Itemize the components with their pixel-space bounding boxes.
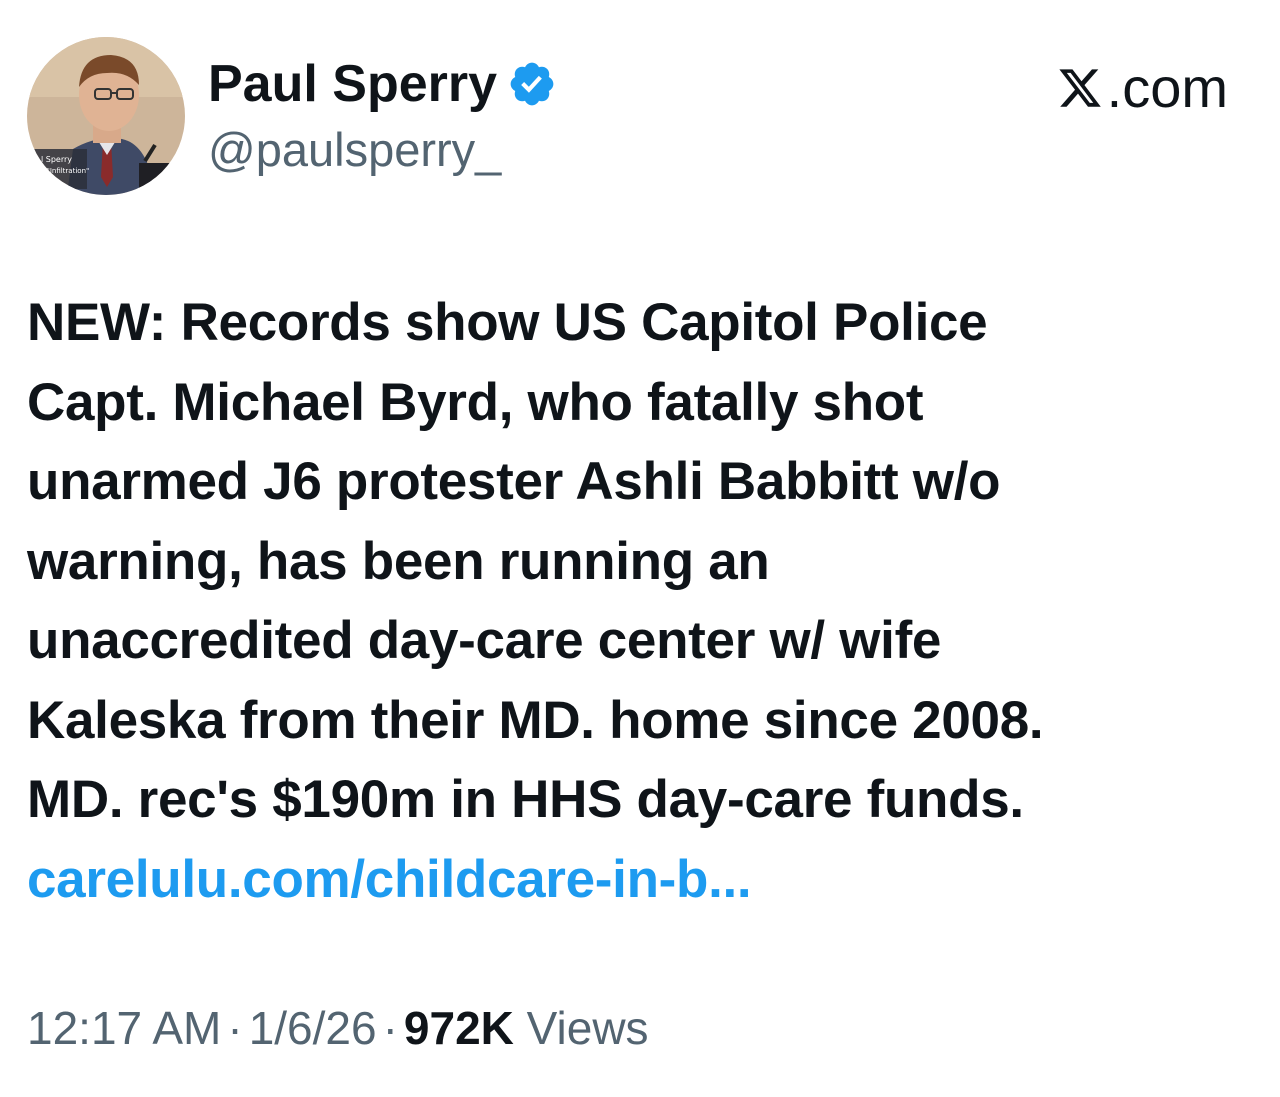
tweet-text: NEW: Records show US Capitol Police Capt… (27, 283, 1257, 919)
author-name-text: Paul Sperry (208, 55, 498, 113)
author-avatar[interactable]: l Sperry or, "Infiltration" (27, 37, 185, 195)
avatar-caption-line2: or, "Infiltration" (35, 167, 89, 175)
tweet-meta: 12:17 AM · 1/6/26 · 972K Views (27, 996, 649, 1060)
tweet-line: unaccredited day-care center w/ wife (27, 611, 942, 670)
meta-separator: · (382, 1002, 398, 1054)
site-domain-label: .com (1106, 56, 1228, 119)
views-count: 972K (403, 1002, 514, 1054)
avatar-caption-line1: l Sperry (41, 155, 72, 164)
tweet-line: MD. rec's $190m in HHS day-care funds. (27, 770, 1024, 829)
site-logo[interactable]: .com (1057, 56, 1228, 120)
verified-badge-icon (510, 62, 554, 106)
tweet-line: Kaleska from their MD. home since 2008. (27, 690, 1044, 750)
author-handle[interactable]: @paulsperry_ (208, 122, 501, 178)
tweet-line: NEW: Records show US Capitol Police (27, 293, 988, 352)
tweet-line: warning, has been running an (27, 531, 770, 591)
avatar-photo: l Sperry or, "Infiltration" (27, 37, 185, 195)
tweet-link[interactable]: carelulu.com/childcare-in-b... (27, 850, 752, 909)
author-name[interactable]: Paul Sperry (208, 52, 557, 116)
views-label: Views (526, 1002, 649, 1054)
meta-separator: · (227, 1002, 243, 1054)
x-logo-icon (1059, 69, 1101, 107)
tweet-time[interactable]: 12:17 AM (27, 1002, 221, 1054)
tweet-line: unarmed J6 protester Ashli Babbitt w/o (27, 452, 1001, 511)
tweet-line: Capt. Michael Byrd, who fatally shot (27, 372, 924, 432)
tweet-date[interactable]: 1/6/26 (249, 1002, 377, 1054)
